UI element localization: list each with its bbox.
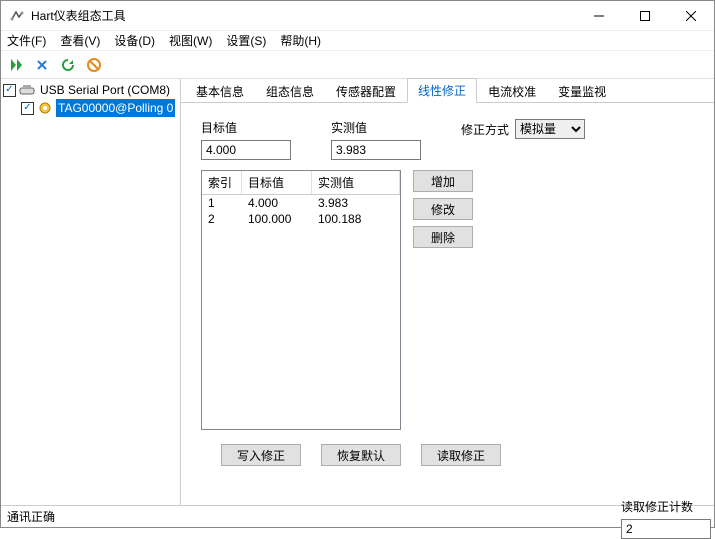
menu-view[interactable]: 查看(V) bbox=[58, 32, 102, 49]
cell-target: 4.000 bbox=[242, 195, 312, 211]
title-bar: Hart仪表组态工具 bbox=[1, 1, 714, 31]
cell-target: 100.000 bbox=[242, 211, 312, 227]
tree-child-label: TAG00000@Polling 0 bbox=[56, 99, 175, 117]
correction-mode-label: 修正方式 bbox=[461, 121, 509, 138]
tree-root-label: USB Serial Port (COM8) bbox=[38, 81, 172, 99]
port-icon bbox=[19, 82, 35, 98]
read-count-input[interactable] bbox=[621, 519, 711, 539]
tab-basic-info[interactable]: 基本信息 bbox=[185, 79, 255, 103]
menu-bar: 文件(F) 查看(V) 设备(D) 视图(W) 设置(S) 帮助(H) bbox=[1, 31, 714, 51]
main-panel: 基本信息 组态信息 传感器配置 线性修正 电流校准 变量监视 目标值 实测值 修… bbox=[181, 79, 714, 505]
col-target: 目标值 bbox=[242, 171, 312, 194]
menu-device[interactable]: 设备(D) bbox=[112, 32, 157, 49]
restore-default-button[interactable]: 恢复默认 bbox=[321, 444, 401, 466]
toolbar-stop-button[interactable] bbox=[83, 54, 105, 76]
tree-child-node[interactable]: ✓ TAG00000@Polling 0 bbox=[3, 99, 178, 117]
delete-button[interactable]: 删除 bbox=[413, 226, 473, 248]
target-value-label: 目标值 bbox=[201, 119, 291, 136]
actual-value-input[interactable] bbox=[331, 140, 421, 160]
col-index: 索引 bbox=[202, 171, 242, 194]
target-value-input[interactable] bbox=[201, 140, 291, 160]
menu-view2[interactable]: 视图(W) bbox=[167, 32, 214, 49]
write-correction-button[interactable]: 写入修正 bbox=[221, 444, 301, 466]
tree-root-node[interactable]: ✓ USB Serial Port (COM8) bbox=[3, 81, 178, 99]
actual-value-label: 实测值 bbox=[331, 119, 421, 136]
minimize-button[interactable] bbox=[576, 1, 622, 30]
cell-index: 1 bbox=[202, 195, 242, 211]
close-button[interactable] bbox=[668, 1, 714, 30]
col-actual: 实测值 bbox=[312, 171, 400, 194]
tab-linear-correction[interactable]: 线性修正 bbox=[407, 78, 477, 103]
menu-file[interactable]: 文件(F) bbox=[5, 32, 48, 49]
cell-index: 2 bbox=[202, 211, 242, 227]
app-icon bbox=[9, 8, 25, 24]
toolbar-link-button[interactable] bbox=[31, 54, 53, 76]
window-title: Hart仪表组态工具 bbox=[31, 7, 576, 24]
toolbar bbox=[1, 51, 714, 79]
correction-mode-select[interactable]: 模拟量 bbox=[515, 119, 585, 139]
status-bar: 通讯正确 bbox=[1, 505, 714, 527]
tab-current-calibration[interactable]: 电流校准 bbox=[477, 79, 547, 103]
toolbar-play-button[interactable] bbox=[5, 54, 27, 76]
tab-bar: 基本信息 组态信息 传感器配置 线性修正 电流校准 变量监视 bbox=[181, 79, 714, 103]
table-row[interactable]: 14.0003.983 bbox=[202, 195, 400, 211]
device-icon bbox=[37, 100, 53, 116]
correction-table[interactable]: 索引 目标值 实测值 14.0003.9832100.000100.188 bbox=[201, 170, 401, 430]
toolbar-refresh-button[interactable] bbox=[57, 54, 79, 76]
menu-settings[interactable]: 设置(S) bbox=[224, 32, 268, 49]
tab-variable-monitor[interactable]: 变量监视 bbox=[547, 79, 617, 103]
table-row[interactable]: 2100.000100.188 bbox=[202, 211, 400, 227]
add-button[interactable]: 增加 bbox=[413, 170, 473, 192]
checkbox-icon[interactable]: ✓ bbox=[21, 102, 34, 115]
tab-sensor-config[interactable]: 传感器配置 bbox=[325, 79, 407, 103]
read-correction-button[interactable]: 读取修正 bbox=[421, 444, 501, 466]
checkbox-icon[interactable]: ✓ bbox=[3, 84, 16, 97]
status-text: 通讯正确 bbox=[7, 508, 55, 525]
modify-button[interactable]: 修改 bbox=[413, 198, 473, 220]
device-tree: ✓ USB Serial Port (COM8) ✓ TAG00000@Poll… bbox=[1, 79, 181, 505]
maximize-button[interactable] bbox=[622, 1, 668, 30]
tab-config-info[interactable]: 组态信息 bbox=[255, 79, 325, 103]
tab-content: 目标值 实测值 修正方式 模拟量 索引 bbox=[181, 103, 714, 505]
menu-help[interactable]: 帮助(H) bbox=[278, 32, 323, 49]
read-count-label: 读取修正计数 bbox=[621, 498, 711, 515]
cell-actual: 3.983 bbox=[312, 195, 400, 211]
cell-actual: 100.188 bbox=[312, 211, 400, 227]
